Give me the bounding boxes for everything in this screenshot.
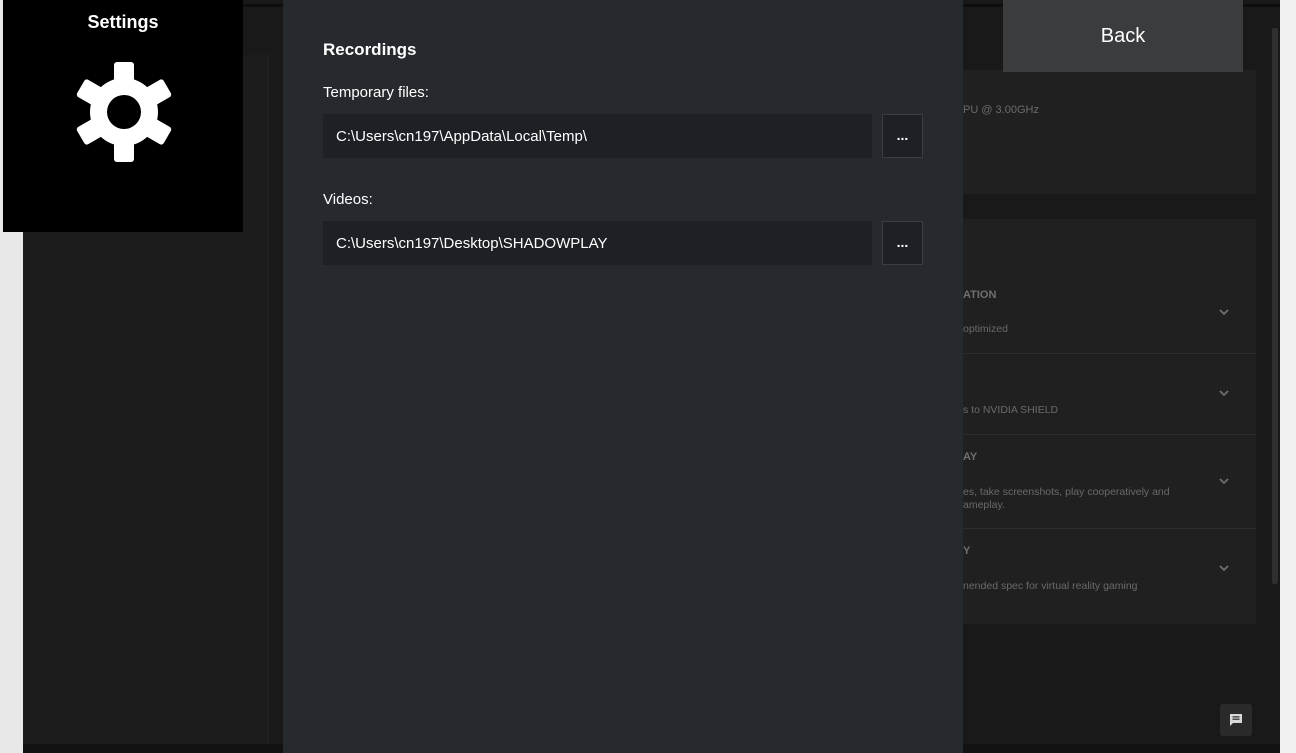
back-button[interactable]: Back: [1003, 0, 1243, 72]
settings-tile[interactable]: Settings: [3, 0, 243, 232]
feature-row[interactable]: AY es, take screenshots, play cooperativ…: [963, 435, 1256, 529]
feature-description: es, take screenshots, play cooperatively…: [963, 486, 1170, 511]
temp-files-path-input[interactable]: [323, 114, 872, 158]
gear-icon: [76, 62, 172, 162]
chevron-down-icon[interactable]: [1218, 306, 1230, 318]
system-info-text: PU @ 3.00GHz: [963, 104, 1039, 116]
feature-description: optimized: [963, 323, 1008, 335]
scrollbar[interactable]: [1272, 28, 1278, 584]
feature-title: Y: [963, 545, 971, 557]
videos-path-input[interactable]: [323, 221, 872, 265]
videos-browse-button[interactable]: ...: [882, 221, 923, 265]
settings-title: Settings: [87, 12, 159, 32]
chevron-down-icon[interactable]: [1218, 562, 1230, 574]
feature-title: ATION: [963, 289, 997, 301]
chevron-down-icon[interactable]: [1218, 387, 1230, 399]
feature-description: s to NVIDIA SHIELD: [963, 404, 1059, 416]
dialog-title: Recordings: [323, 40, 417, 59]
feature-row[interactable]: Y nended spec for virtual reality gaming: [963, 529, 1256, 623]
recordings-dialog: Recordings Temporary files: ... Videos: …: [283, 0, 963, 753]
feature-description: nended spec for virtual reality gaming: [963, 580, 1138, 592]
videos-label: Videos:: [323, 191, 373, 208]
feature-row[interactable]: s to NVIDIA SHIELD: [963, 354, 1256, 435]
temp-files-browse-button[interactable]: ...: [882, 114, 923, 158]
feature-row[interactable]: ATION optimized: [963, 273, 1256, 354]
system-info-card: [960, 70, 1256, 194]
chat-icon: [1230, 714, 1242, 726]
chevron-down-icon[interactable]: [1218, 475, 1230, 487]
window-right-edge: [1280, 0, 1296, 753]
temp-files-label: Temporary files:: [323, 84, 429, 101]
feature-title: AY: [963, 451, 978, 463]
chat-button[interactable]: [1220, 704, 1252, 736]
